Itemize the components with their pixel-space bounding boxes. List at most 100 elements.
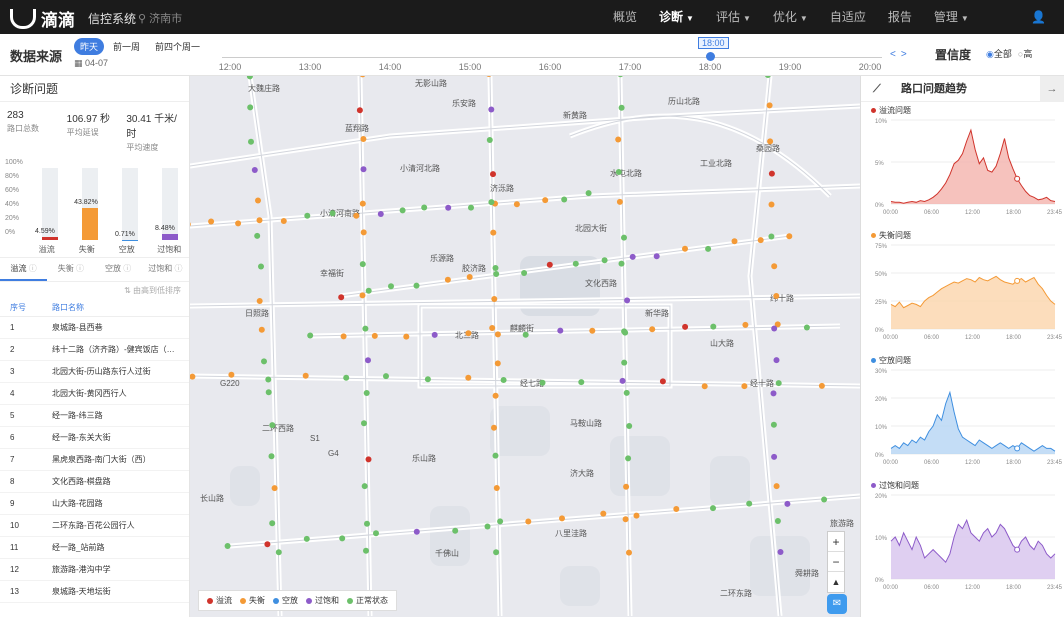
intersection-marker[interactable]: [525, 518, 532, 525]
intersection-marker[interactable]: [557, 327, 564, 334]
intersection-marker[interactable]: [773, 483, 780, 490]
intersection-marker[interactable]: [493, 485, 500, 491]
chat-icon[interactable]: ✉: [827, 594, 847, 614]
intersection-marker[interactable]: [619, 377, 626, 384]
tab-3[interactable]: 过饱和 ⓘ: [142, 258, 189, 281]
intersection-marker[interactable]: [363, 390, 370, 396]
intersection-marker[interactable]: [673, 506, 680, 512]
table-row[interactable]: 3 北园大街-历山路东行人过街: [0, 361, 189, 383]
table-row[interactable]: 9 山大路-花园路: [0, 493, 189, 515]
intersection-marker[interactable]: [466, 274, 473, 280]
intersection-marker[interactable]: [248, 138, 254, 145]
intersection-marker[interactable]: [585, 190, 592, 197]
intersection-marker[interactable]: [757, 237, 764, 244]
intersection-marker[interactable]: [261, 358, 267, 365]
trend-current-marker[interactable]: [1014, 445, 1021, 452]
intersection-marker[interactable]: [618, 260, 625, 267]
intersection-marker[interactable]: [767, 138, 774, 145]
intersection-marker[interactable]: [500, 377, 507, 383]
nav-item-2[interactable]: 评估 ▼: [705, 0, 762, 34]
intersection-marker[interactable]: [521, 270, 528, 276]
intersection-marker[interactable]: [766, 102, 773, 109]
intersection-marker[interactable]: [786, 233, 793, 240]
intersection-marker[interactable]: [601, 257, 608, 264]
intersection-marker[interactable]: [247, 104, 254, 111]
intersection-marker[interactable]: [771, 325, 778, 332]
intersection-marker[interactable]: [228, 371, 235, 378]
intersection-marker[interactable]: [492, 265, 499, 271]
intersection-marker[interactable]: [497, 518, 504, 525]
intersection-marker[interactable]: [491, 424, 497, 431]
intersection-marker[interactable]: [615, 136, 622, 143]
intersection-marker[interactable]: [302, 372, 309, 379]
intersection-marker[interactable]: [484, 523, 491, 530]
intersection-marker[interactable]: [659, 378, 666, 385]
intersection-marker[interactable]: [280, 218, 287, 224]
intersection-marker[interactable]: [784, 500, 791, 507]
intersection-marker[interactable]: [600, 510, 607, 517]
tab-0[interactable]: 溢流 ⓘ: [0, 258, 48, 281]
intersection-marker[interactable]: [364, 520, 370, 527]
legend-item-4[interactable]: 正常状态: [347, 595, 388, 606]
user-icon[interactable]: 👤: [1031, 10, 1046, 24]
intersection-marker[interactable]: [493, 271, 500, 277]
intersection-marker[interactable]: [513, 201, 520, 208]
next-arrow-icon[interactable]: >: [901, 49, 912, 60]
trend-current-marker[interactable]: [1014, 277, 1021, 284]
intersection-marker[interactable]: [365, 287, 372, 294]
intersection-marker[interactable]: [559, 515, 565, 522]
zoom-out-button[interactable]: −: [828, 552, 844, 572]
intersection-marker[interactable]: [488, 199, 495, 206]
city-selector[interactable]: ⚲ 济南市: [138, 10, 182, 26]
intersection-marker[interactable]: [445, 204, 452, 211]
intersection-marker[interactable]: [633, 512, 640, 519]
intersection-marker[interactable]: [561, 196, 568, 203]
nav-item-5[interactable]: 报告: [877, 0, 923, 34]
intersection-marker[interactable]: [377, 211, 384, 217]
intersection-marker[interactable]: [258, 263, 264, 270]
intersection-marker[interactable]: [383, 373, 389, 380]
intersection-marker[interactable]: [359, 261, 366, 268]
table-row[interactable]: 7 黑虎泉西路-南门大街（西）: [0, 449, 189, 471]
intersection-marker[interactable]: [360, 229, 367, 236]
intersection-marker[interactable]: [626, 549, 632, 556]
intersection-marker[interactable]: [682, 245, 688, 252]
table-row[interactable]: 11 经一路_站前路: [0, 537, 189, 559]
intersection-marker[interactable]: [265, 376, 272, 383]
intersection-marker[interactable]: [359, 292, 366, 299]
intersection-marker[interactable]: [710, 505, 716, 512]
intersection-marker[interactable]: [431, 331, 438, 338]
intersection-marker[interactable]: [770, 390, 777, 397]
intersection-marker[interactable]: [307, 332, 314, 339]
period-option-0[interactable]: 昨天: [74, 38, 105, 55]
intersection-marker[interactable]: [701, 383, 708, 390]
table-row[interactable]: 4 北园大街-黄冈西行人: [0, 383, 189, 405]
legend-item-2[interactable]: 空放: [273, 595, 298, 606]
intersection-marker[interactable]: [777, 549, 784, 555]
intersection-marker[interactable]: [339, 535, 346, 542]
intersection-marker[interactable]: [421, 204, 428, 211]
intersection-marker[interactable]: [365, 456, 372, 463]
intersection-marker[interactable]: [773, 293, 780, 299]
intersection-marker[interactable]: [208, 218, 215, 225]
intersection-marker[interactable]: [371, 332, 378, 339]
intersection-marker[interactable]: [492, 392, 499, 399]
intersection-marker[interactable]: [452, 527, 459, 534]
nav-item-6[interactable]: 管理 ▼: [923, 0, 980, 34]
intersection-marker[interactable]: [224, 543, 231, 549]
intersection-marker[interactable]: [770, 421, 777, 428]
nav-item-0[interactable]: 概览: [602, 0, 648, 34]
zoom-in-button[interactable]: +: [828, 532, 844, 552]
intersection-marker[interactable]: [542, 197, 549, 204]
table-row[interactable]: 10 二环东路-百花公园行人: [0, 515, 189, 537]
intersection-marker[interactable]: [773, 357, 780, 364]
intersection-marker[interactable]: [269, 520, 276, 527]
intersection-marker[interactable]: [255, 197, 261, 204]
intersection-marker[interactable]: [572, 260, 579, 267]
intersection-marker[interactable]: [771, 263, 778, 270]
intersection-marker[interactable]: [623, 389, 630, 396]
intersection-marker[interactable]: [622, 329, 629, 336]
intersection-marker[interactable]: [235, 220, 242, 227]
intersection-marker[interactable]: [731, 238, 738, 245]
intersection-marker[interactable]: [546, 261, 553, 268]
